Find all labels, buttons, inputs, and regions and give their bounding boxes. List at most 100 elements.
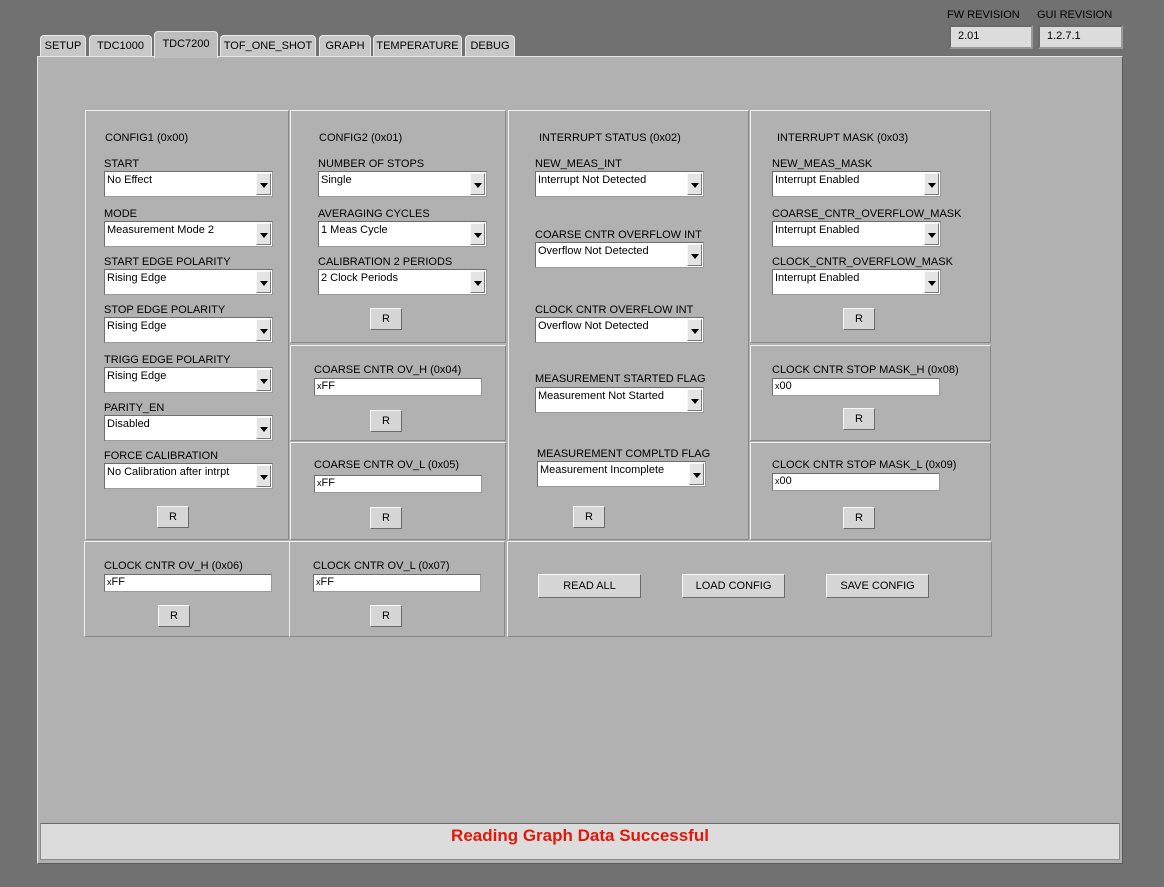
coarse-cntr-ov-h-value: FF <box>321 380 335 392</box>
clock-cntr-stop-mask-h-value: 00 <box>779 380 792 392</box>
coarse-cntr-overflow-int-label: COARSE CNTR OVERFLOW INT <box>535 229 702 241</box>
clock-cntr-stop-mask-l-input[interactable]: x00 <box>772 473 940 491</box>
clock-cntr-stop-mask-h-label: CLOCK CNTR STOP MASK_H (0x08) <box>772 364 959 376</box>
tab-tof-one-shot[interactable]: TOF_ONE_SHOT <box>220 35 316 57</box>
fw-revision-value: 2.01 <box>949 25 1033 49</box>
mode-select[interactable]: Measurement Mode 2 <box>104 221 273 247</box>
actions-panel: READ ALL LOAD CONFIG SAVE CONFIG <box>507 541 992 637</box>
calibration-2-periods-value: 2 Clock Periods <box>321 272 399 284</box>
chevron-down-icon[interactable] <box>256 417 271 439</box>
number-of-stops-label: NUMBER OF STOPS <box>318 158 425 170</box>
clock-cntr-ov-l-value: FF <box>320 576 334 588</box>
coarse-cntr-ov-l-reset-button[interactable]: R <box>370 507 402 529</box>
coarse-cntr-ov-h-reset-button[interactable]: R <box>370 410 402 432</box>
chevron-down-icon[interactable] <box>256 271 271 293</box>
chevron-down-icon[interactable] <box>256 369 271 391</box>
tab-graph[interactable]: GRAPH <box>319 35 371 57</box>
measurement-compltd-flag-select[interactable]: Measurement Incomplete <box>537 461 706 487</box>
chevron-down-icon[interactable] <box>256 465 271 487</box>
interrupt-status-reset-button[interactable]: R <box>573 506 605 528</box>
start-edge-polarity-label: START EDGE POLARITY <box>104 256 231 268</box>
trigg-edge-polarity-select[interactable]: Rising Edge <box>104 367 273 393</box>
chevron-down-icon[interactable] <box>687 244 702 266</box>
coarse-cntr-ov-h-panel: COARSE CNTR OV_H (0x04) xFF R <box>290 345 506 441</box>
force-calibration-select[interactable]: No Calibration after intrpt <box>104 463 273 489</box>
tab-debug[interactable]: DEBUG <box>465 35 515 57</box>
chevron-down-icon[interactable] <box>470 223 485 245</box>
clock-cntr-ov-h-value: FF <box>111 576 125 588</box>
load-config-button[interactable]: LOAD CONFIG <box>682 574 785 598</box>
averaging-cycles-value: 1 Meas Cycle <box>321 224 388 236</box>
clock-cntr-ov-h-input[interactable]: xFF <box>104 574 272 592</box>
coarse-cntr-overflow-int-value: Overflow Not Detected <box>538 245 649 257</box>
clock-cntr-stop-mask-h-input[interactable]: x00 <box>772 378 940 396</box>
mode-label: MODE <box>104 208 137 220</box>
averaging-cycles-select[interactable]: 1 Meas Cycle <box>318 221 487 247</box>
new-meas-mask-label: NEW_MEAS_MASK <box>772 158 873 170</box>
clock-cntr-stop-mask-l-label: CLOCK CNTR STOP MASK_L (0x09) <box>772 459 957 471</box>
clock-cntr-ov-h-reset-button[interactable]: R <box>158 605 190 627</box>
calibration-2-periods-select[interactable]: 2 Clock Periods <box>318 269 487 295</box>
config2-reset-button[interactable]: R <box>370 308 402 330</box>
chevron-down-icon[interactable] <box>256 223 271 245</box>
clock-cntr-ov-l-reset-button[interactable]: R <box>370 605 402 627</box>
chevron-down-icon[interactable] <box>924 173 939 195</box>
measurement-started-flag-select[interactable]: Measurement Not Started <box>535 387 704 413</box>
measurement-compltd-flag-label: MEASUREMENT COMPLTD FLAG <box>537 448 711 460</box>
coarse-cntr-overflow-mask-label: COARSE_CNTR_OVERFLOW_MASK <box>772 208 962 220</box>
config1-title: CONFIG1 (0x00) <box>105 132 189 144</box>
tab-tdc7200[interactable]: TDC7200 <box>154 31 218 58</box>
chevron-down-icon[interactable] <box>924 223 939 245</box>
chevron-down-icon[interactable] <box>256 319 271 341</box>
clock-cntr-overflow-int-label: CLOCK CNTR OVERFLOW INT <box>535 304 694 316</box>
chevron-down-icon[interactable] <box>687 173 702 195</box>
config1-panel: CONFIG1 (0x00) START No Effect MODE Meas… <box>85 110 289 540</box>
clock-cntr-ov-l-panel: CLOCK CNTR OV_L (0x07) xFF R <box>289 541 505 637</box>
coarse-cntr-ov-h-input[interactable]: xFF <box>314 378 482 396</box>
new-meas-int-select[interactable]: Interrupt Not Detected <box>535 171 704 197</box>
clock-cntr-overflow-mask-select[interactable]: Interrupt Enabled <box>772 269 941 295</box>
clock-cntr-stop-mask-h-reset-button[interactable]: R <box>843 408 875 430</box>
coarse-cntr-ov-l-panel: COARSE CNTR OV_L (0x05) xFF R <box>290 442 506 540</box>
start-edge-polarity-select[interactable]: Rising Edge <box>104 269 273 295</box>
tab-tdc1000[interactable]: TDC1000 <box>89 35 152 57</box>
tab-temperature[interactable]: TEMPERATURE <box>373 35 462 57</box>
force-calibration-value: No Calibration after intrpt <box>107 466 230 478</box>
clock-cntr-stop-mask-l-reset-button[interactable]: R <box>843 507 875 529</box>
clock-cntr-overflow-mask-value: Interrupt Enabled <box>775 272 860 284</box>
clock-cntr-ov-l-input[interactable]: xFF <box>313 574 481 592</box>
chevron-down-icon[interactable] <box>689 463 704 485</box>
start-select[interactable]: No Effect <box>104 171 273 197</box>
chevron-down-icon[interactable] <box>687 319 702 341</box>
coarse-cntr-overflow-int-select[interactable]: Overflow Not Detected <box>535 242 704 268</box>
fw-revision-label: FW REVISION <box>947 9 1020 21</box>
force-calibration-label: FORCE CALIBRATION <box>104 450 219 462</box>
read-all-button[interactable]: READ ALL <box>538 574 641 598</box>
parity-en-value: Disabled <box>107 418 150 430</box>
parity-en-select[interactable]: Disabled <box>104 415 273 441</box>
config1-reset-button[interactable]: R <box>157 506 189 528</box>
tab-setup[interactable]: SETUP <box>40 35 86 57</box>
interrupt-mask-title: INTERRUPT MASK (0x03) <box>777 132 909 144</box>
number-of-stops-select[interactable]: Single <box>318 171 487 197</box>
start-label: START <box>104 158 140 170</box>
chevron-down-icon[interactable] <box>470 271 485 293</box>
chevron-down-icon[interactable] <box>470 173 485 195</box>
stop-edge-polarity-select[interactable]: Rising Edge <box>104 317 273 343</box>
status-message-box: Reading Graph Data Successful <box>40 823 1120 860</box>
clock-cntr-stop-mask-l-value: 00 <box>779 475 792 487</box>
chevron-down-icon[interactable] <box>687 389 702 411</box>
interrupt-status-panel: INTERRUPT STATUS (0x02) NEW_MEAS_INT Int… <box>508 110 749 540</box>
coarse-cntr-overflow-mask-select[interactable]: Interrupt Enabled <box>772 221 941 247</box>
start-edge-polarity-value: Rising Edge <box>107 272 167 284</box>
interrupt-mask-reset-button[interactable]: R <box>843 308 875 330</box>
chevron-down-icon[interactable] <box>924 271 939 293</box>
clock-cntr-overflow-int-select[interactable]: Overflow Not Detected <box>535 317 704 343</box>
save-config-button[interactable]: SAVE CONFIG <box>826 574 929 598</box>
trigg-edge-polarity-value: Rising Edge <box>107 370 167 382</box>
new-meas-mask-select[interactable]: Interrupt Enabled <box>772 171 941 197</box>
coarse-cntr-ov-l-input[interactable]: xFF <box>314 475 482 493</box>
status-message: Reading Graph Data Successful <box>451 826 709 845</box>
chevron-down-icon[interactable] <box>256 173 271 195</box>
coarse-cntr-ov-h-label: COARSE CNTR OV_H (0x04) <box>314 364 462 376</box>
